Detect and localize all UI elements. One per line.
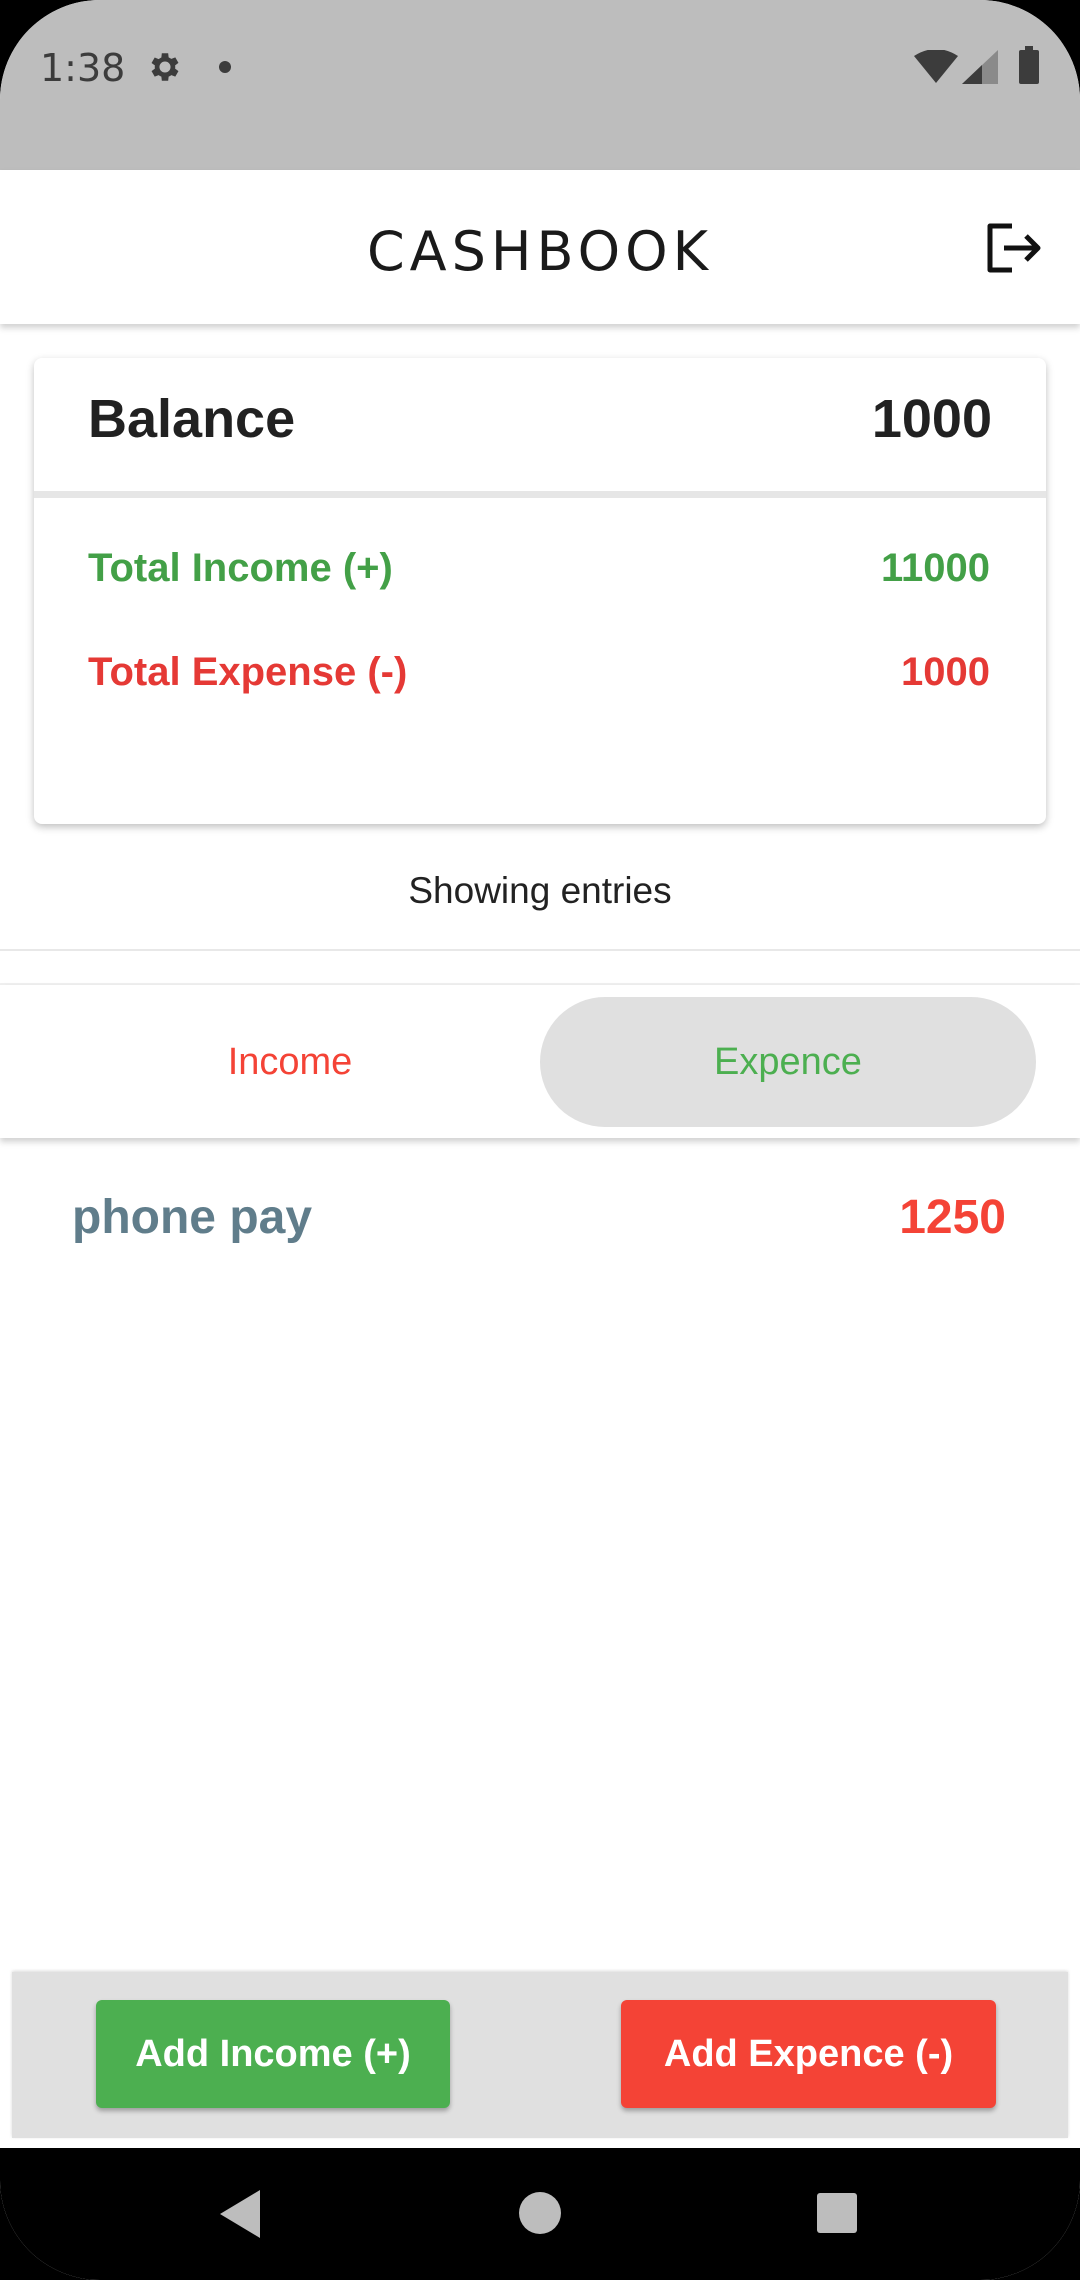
list-item[interactable]: phone pay 1250 — [0, 1160, 1080, 1280]
battery-icon — [1019, 46, 1039, 84]
total-income-value: 11000 — [880, 546, 990, 590]
recents-icon[interactable] — [817, 2193, 857, 2233]
add-expense-button[interactable]: Add Expence (-) — [621, 2000, 996, 2108]
app-bar: CASHBOOK — [0, 170, 1080, 324]
tab-expense[interactable]: Expence — [540, 997, 1036, 1127]
status-bar: 1:38 — [0, 0, 1080, 170]
summary-card: Balance 1000 Total Income (+) 11000 Tota… — [34, 358, 1046, 824]
entries-heading: Showing entries — [408, 870, 672, 911]
home-icon[interactable] — [519, 2192, 561, 2234]
notification-dot-icon — [219, 61, 231, 73]
bottom-action-bar: Add Income (+) Add Expence (-) — [12, 1972, 1068, 2138]
balance-label: Balance — [88, 389, 296, 449]
add-income-button[interactable]: Add Income (+) — [96, 2000, 450, 2108]
tab-bar: Income Expence — [0, 985, 1080, 1138]
app-title: CASHBOOK — [366, 220, 714, 283]
tab-income[interactable]: Income — [40, 997, 540, 1127]
divider — [0, 949, 1080, 951]
navigation-bar — [0, 2148, 1080, 2280]
back-icon[interactable] — [216, 2186, 264, 2242]
logout-icon[interactable] — [984, 218, 1044, 278]
entry-name: phone pay — [72, 1191, 313, 1244]
total-expense-label: Total Expense (-) — [88, 650, 408, 694]
app-screen: 1:38 CASHBOOK Balance 1000 Total Income … — [0, 0, 1080, 2280]
wifi-icon — [914, 50, 958, 83]
total-expense-value: 1000 — [901, 650, 990, 694]
status-time: 1:38 — [40, 46, 126, 90]
balance-value: 1000 — [871, 389, 992, 449]
gear-icon — [151, 53, 179, 81]
signal-icon — [962, 50, 998, 84]
entry-amount: 1250 — [899, 1191, 1006, 1244]
balance-row: Balance 1000 — [34, 358, 1046, 498]
total-income-label: Total Income (+) — [88, 546, 393, 590]
